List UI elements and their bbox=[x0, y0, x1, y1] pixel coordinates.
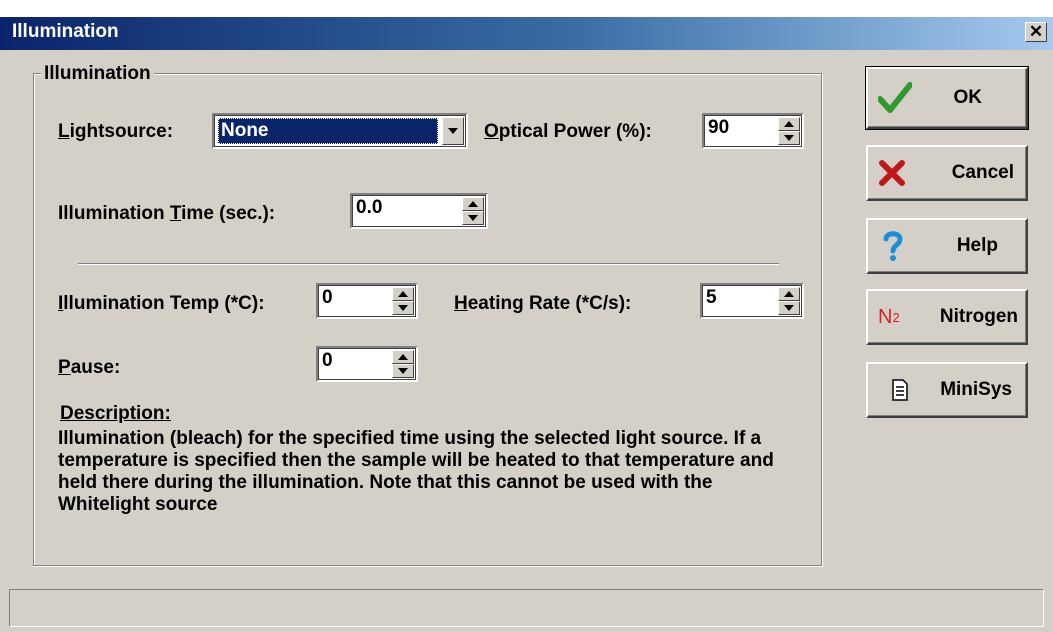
spin-down-button[interactable] bbox=[392, 364, 414, 378]
down-arrow-icon bbox=[784, 305, 794, 311]
spin-up-button[interactable] bbox=[392, 287, 414, 301]
chevron-down-icon bbox=[448, 128, 458, 134]
up-arrow-icon bbox=[398, 291, 408, 297]
document-icon bbox=[892, 364, 908, 416]
optical-power-spin-buttons[interactable] bbox=[778, 117, 800, 145]
heating-rate-label: Heating Rate (*C/s): bbox=[454, 293, 632, 314]
down-arrow-icon bbox=[398, 305, 408, 311]
minisys-button[interactable]: MiniSys bbox=[866, 362, 1028, 418]
lightsource-label: Lightsource: bbox=[58, 121, 174, 142]
nitrogen-icon: N2 bbox=[878, 305, 900, 328]
group-legend: Illumination bbox=[41, 63, 154, 85]
pause-value[interactable]: 0 bbox=[322, 350, 333, 372]
cancel-label: Cancel bbox=[951, 162, 1014, 183]
up-arrow-icon bbox=[784, 121, 794, 127]
top-strip bbox=[0, 0, 1053, 17]
title-bar[interactable]: Illumination ✕ bbox=[0, 17, 1053, 50]
nitrogen-label: Nitrogen bbox=[939, 306, 1018, 327]
lightsource-combo[interactable]: None bbox=[212, 113, 468, 149]
spin-up-button[interactable] bbox=[778, 287, 800, 301]
spin-up-button[interactable] bbox=[778, 117, 800, 131]
nitrogen-button[interactable]: N2 Nitrogen bbox=[866, 289, 1028, 345]
illumination-time-value[interactable]: 0.0 bbox=[356, 197, 382, 219]
close-button[interactable]: ✕ bbox=[1025, 22, 1047, 42]
down-arrow-icon bbox=[468, 215, 478, 221]
heating-rate-spinner[interactable]: 5 bbox=[700, 283, 804, 319]
description-text: Illumination (bleach) for the specified … bbox=[58, 428, 774, 515]
spin-down-button[interactable] bbox=[462, 211, 484, 225]
spin-up-button[interactable] bbox=[462, 197, 484, 211]
ok-label: OK bbox=[953, 87, 983, 108]
up-arrow-icon bbox=[784, 291, 794, 297]
close-icon: ✕ bbox=[1028, 22, 1044, 41]
minisys-label: MiniSys bbox=[940, 379, 1012, 400]
down-arrow-icon bbox=[784, 135, 794, 141]
x-icon bbox=[878, 147, 906, 199]
help-button[interactable]: Help bbox=[866, 218, 1028, 274]
spin-down-button[interactable] bbox=[778, 301, 800, 315]
optical-power-value[interactable]: 90 bbox=[708, 117, 729, 139]
separator-line bbox=[78, 263, 779, 265]
lightsource-selected: None bbox=[218, 118, 438, 144]
checkmark-icon bbox=[878, 69, 912, 127]
optical-power-label: Optical Power (%): bbox=[484, 121, 652, 142]
up-arrow-icon bbox=[468, 201, 478, 207]
optical-power-spinner[interactable]: 90 bbox=[702, 113, 804, 149]
illumination-time-spinner[interactable]: 0.0 bbox=[350, 193, 488, 229]
spin-down-button[interactable] bbox=[778, 131, 800, 145]
heating-rate-value[interactable]: 5 bbox=[706, 287, 717, 309]
illumination-temp-label: Illumination Temp (*C): bbox=[58, 293, 265, 314]
status-bar bbox=[9, 589, 1044, 627]
illumination-temp-spinner[interactable]: 0 bbox=[316, 283, 418, 319]
window-title: Illumination bbox=[12, 21, 119, 42]
lightsource-dropdown-button[interactable] bbox=[442, 117, 464, 145]
pause-label: Pause: bbox=[58, 357, 121, 378]
pause-spinner[interactable]: 0 bbox=[316, 346, 418, 382]
spin-down-button[interactable] bbox=[392, 301, 414, 315]
description-heading: Description: bbox=[60, 403, 171, 424]
heating-rate-spin-buttons[interactable] bbox=[778, 287, 800, 315]
illumination-temp-value[interactable]: 0 bbox=[322, 287, 333, 309]
illumination-time-label: Illumination Time (sec.): bbox=[58, 203, 276, 224]
question-icon bbox=[882, 220, 904, 272]
ok-button[interactable]: OK bbox=[865, 66, 1029, 130]
down-arrow-icon bbox=[398, 368, 408, 374]
pause-spin-buttons[interactable] bbox=[392, 350, 414, 378]
illumination-temp-spin-buttons[interactable] bbox=[392, 287, 414, 315]
spin-up-button[interactable] bbox=[392, 350, 414, 364]
illumination-time-spin-buttons[interactable] bbox=[462, 197, 484, 225]
cancel-button[interactable]: Cancel bbox=[866, 145, 1028, 201]
up-arrow-icon bbox=[398, 354, 408, 360]
help-label: Help bbox=[956, 235, 998, 256]
